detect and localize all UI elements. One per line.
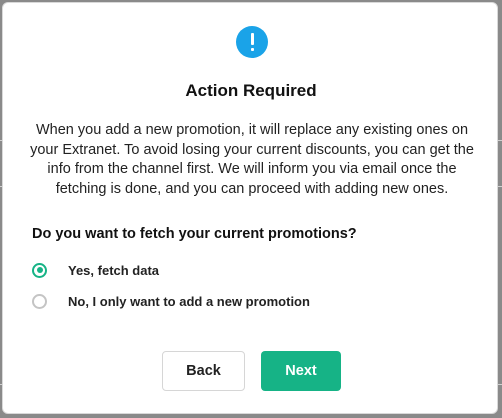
option-no-add-new-label: No, I only want to add a new promotion — [68, 293, 310, 309]
dialog-title: Action Required — [185, 81, 317, 100]
option-yes-fetch[interactable]: Yes, fetch data — [32, 259, 159, 281]
radio-checked-icon[interactable] — [32, 262, 47, 278]
next-button[interactable]: Next — [261, 351, 341, 391]
fetch-question: Do you want to fetch your current promot… — [32, 226, 357, 242]
option-yes-fetch-label: Yes, fetch data — [68, 262, 160, 278]
action-required-dialog: Action Required When you add a new promo… — [2, 2, 498, 414]
alert-info-icon — [236, 26, 268, 58]
radio-unchecked-icon[interactable] — [32, 293, 47, 309]
option-no-add-new[interactable]: No, I only want to add a new promotion — [32, 290, 310, 312]
dialog-message: When you add a new promotion, it will re… — [30, 122, 474, 197]
back-button[interactable]: Back — [162, 351, 245, 391]
